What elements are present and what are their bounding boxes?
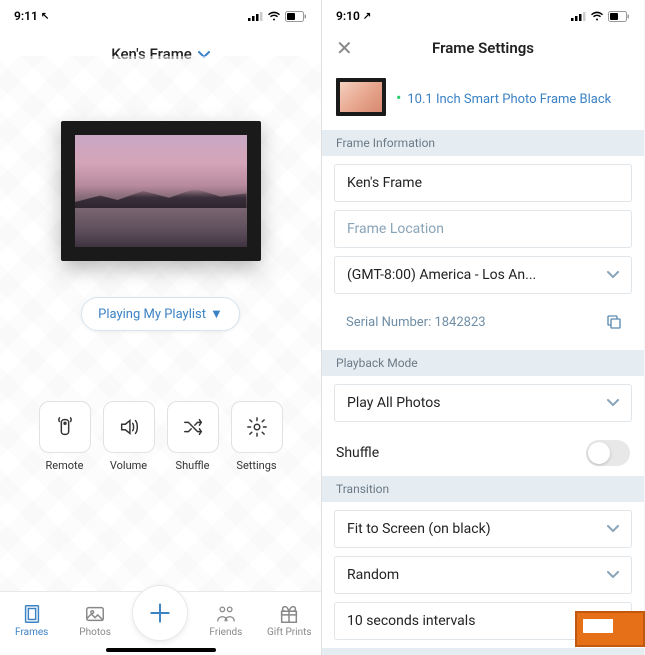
chevron-down-icon (607, 567, 619, 583)
playlist-label: Playing My Playlist (98, 307, 206, 322)
online-status-icon: • (396, 88, 401, 107)
status-time: 9:11 (14, 9, 38, 23)
frames-icon (21, 603, 43, 625)
settings-title: Frame Settings (336, 39, 630, 57)
playback-mode-select[interactable]: Play All Photos (334, 384, 632, 422)
copy-button[interactable] (600, 308, 628, 336)
chevron-down-icon (607, 395, 619, 411)
settings-screen: 9:10 ↗ ✕ Frame Settings • 10.1 Inch Smar… (322, 0, 644, 655)
cellular-icon (248, 11, 263, 21)
triangle-down-icon: ▼ (210, 306, 223, 322)
volume-label: Volume (110, 459, 147, 472)
location-arrow-icon: ↗ (363, 11, 371, 22)
section-sleep: Sleep Mode (322, 648, 644, 655)
tab-photos[interactable]: Photos (69, 603, 121, 638)
frame-photo (75, 135, 247, 247)
settings-label: Settings (236, 459, 276, 472)
remote-button[interactable] (39, 401, 91, 453)
frame-name-field[interactable]: Ken's Frame (334, 164, 632, 202)
copy-icon (605, 313, 623, 331)
playlist-button[interactable]: Playing My Playlist ▼ (81, 297, 240, 331)
status-bar-right: 9:10 ↗ (322, 0, 644, 28)
frame-location-field[interactable]: Frame Location (334, 210, 632, 248)
section-playback: Playback Mode (322, 350, 644, 376)
location-arrow-icon: ↖ (41, 11, 49, 22)
section-transition: Transition (322, 476, 644, 502)
plus-icon (147, 600, 173, 626)
tab-gift-prints[interactable]: Gift Prints (263, 603, 315, 638)
status-time: 9:10 (336, 9, 360, 23)
volume-button[interactable] (103, 401, 155, 453)
tab-frames[interactable]: Frames (6, 603, 58, 638)
chevron-down-icon (607, 521, 619, 537)
friends-icon (214, 603, 238, 625)
status-bar-left: 9:11 ↖ (0, 0, 321, 28)
shuffle-button[interactable] (167, 401, 219, 453)
wifi-icon (267, 11, 281, 21)
home-indicator[interactable] (106, 648, 216, 652)
section-frame-info: Frame Information (322, 130, 644, 156)
action-row: Remote Volume Shuffle (19, 401, 303, 472)
product-thumbnail (336, 78, 386, 116)
transition-type-select[interactable]: Random (334, 556, 632, 594)
gift-icon (278, 603, 300, 625)
remote-label: Remote (46, 459, 84, 472)
shuffle-label: Shuffle (176, 459, 210, 472)
serial-number: Serial Number: 1842823 (346, 315, 486, 330)
battery-icon (608, 11, 630, 22)
watermark-logo (575, 611, 645, 647)
fit-select[interactable]: Fit to Screen (on black) (334, 510, 632, 548)
tab-friends[interactable]: Friends (200, 603, 252, 638)
tab-bar: Frames Photos Friends Gift Prints (0, 591, 321, 655)
product-row: • 10.1 Inch Smart Photo Frame Black (322, 70, 644, 130)
timezone-select[interactable]: (GMT-8:00) America - Los An... (334, 256, 632, 294)
product-name: 10.1 Inch Smart Photo Frame Black (407, 92, 611, 107)
frame-preview[interactable] (61, 121, 261, 261)
chevron-down-icon (607, 267, 619, 283)
wifi-icon (590, 11, 604, 21)
shuffle-row-label: Shuffle (336, 445, 379, 461)
battery-icon (285, 11, 307, 22)
settings-button[interactable] (231, 401, 283, 453)
cellular-icon (571, 11, 586, 21)
frames-screen: 9:11 ↖ Ken's Frame Playing My Playlist ▼ (0, 0, 322, 655)
add-button[interactable] (132, 585, 188, 641)
photos-icon (84, 603, 106, 625)
shuffle-toggle[interactable] (586, 440, 630, 466)
